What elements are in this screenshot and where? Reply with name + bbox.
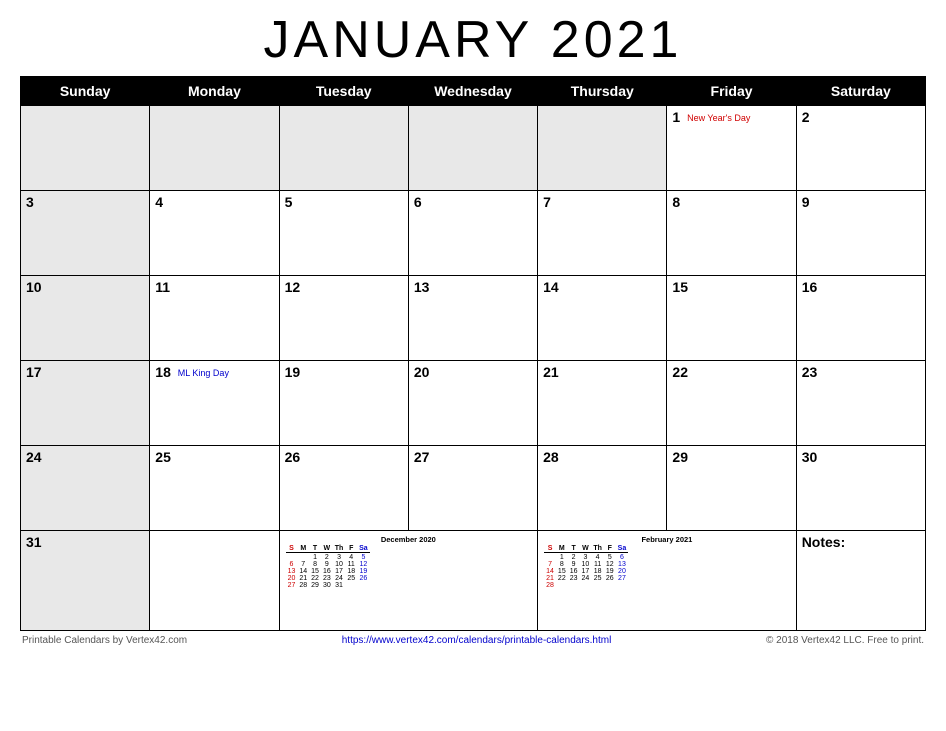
day-cell-22: 22 [667, 361, 796, 446]
day-number: 10 [26, 279, 42, 295]
day-header-row: Sunday Monday Tuesday Wednesday Thursday… [21, 77, 926, 106]
day-cell-15: 15 [667, 276, 796, 361]
footer-right: © 2018 Vertex42 LLC. Free to print. [766, 635, 924, 646]
day-cell-28: 28 [538, 446, 667, 531]
day-cell-29: 29 [667, 446, 796, 531]
day-number: 12 [285, 279, 301, 295]
header-saturday: Saturday [796, 77, 925, 106]
day-cell [21, 106, 150, 191]
day-number: 22 [672, 364, 688, 380]
day-cell-9: 9 [796, 191, 925, 276]
day-number: 15 [672, 279, 688, 295]
week-row-5: 24 25 26 27 28 29 30 [21, 446, 926, 531]
mini-cal-dec: December 2020 SMTWThFSa 12345 6789101112 [279, 531, 538, 631]
mini-cal-title-feb: February 2021 [544, 535, 790, 544]
day-cell-27: 27 [408, 446, 537, 531]
day-cell-3: 3 [21, 191, 150, 276]
day-cell-12: 12 [279, 276, 408, 361]
day-cell-10: 10 [21, 276, 150, 361]
day-number: 13 [414, 279, 430, 295]
day-number: 14 [543, 279, 559, 295]
day-cell-4: 4 [150, 191, 279, 276]
day-cell [538, 106, 667, 191]
day-number: 7 [543, 194, 551, 210]
day-cell-7: 7 [538, 191, 667, 276]
mini-cal-title-dec: December 2020 [286, 535, 532, 544]
day-cell-19: 19 [279, 361, 408, 446]
day-number: 3 [26, 194, 34, 210]
notes-cell: Notes: [796, 531, 925, 631]
header-thursday: Thursday [538, 77, 667, 106]
day-cell-31: 31 [21, 531, 150, 631]
footer-center-link[interactable]: https://www.vertex42.com/calendars/print… [342, 635, 612, 646]
day-number: 25 [155, 449, 171, 465]
week-row-6: 31 December 2020 SMTWThFSa [21, 531, 926, 631]
day-cell-13: 13 [408, 276, 537, 361]
day-number: 5 [285, 194, 293, 210]
day-cell-16: 16 [796, 276, 925, 361]
day-cell-26: 26 [279, 446, 408, 531]
day-cell-2: 2 [796, 106, 925, 191]
day-number: 19 [285, 364, 301, 380]
day-number: 30 [802, 449, 818, 465]
day-cell-11: 11 [150, 276, 279, 361]
day-cell-20: 20 [408, 361, 537, 446]
notes-label: Notes: [802, 534, 846, 550]
holiday-mlk-day: ML King Day [178, 368, 229, 378]
day-number: 31 [26, 534, 42, 550]
day-number: 11 [155, 279, 170, 295]
day-cell-18: 18 ML King Day [150, 361, 279, 446]
day-number: 28 [543, 449, 559, 465]
day-cell-1: 1 New Year's Day [667, 106, 796, 191]
day-number: 29 [672, 449, 688, 465]
day-number: 27 [414, 449, 430, 465]
day-number: 23 [802, 364, 818, 380]
day-number: 2 [802, 109, 810, 125]
footer: Printable Calendars by Vertex42.com http… [20, 635, 926, 646]
day-cell-25: 25 [150, 446, 279, 531]
day-number: 4 [155, 194, 163, 210]
mini-calendar-december: December 2020 SMTWThFSa 12345 6789101112 [286, 535, 532, 589]
day-cell-6: 6 [408, 191, 537, 276]
day-number: 1 [672, 109, 680, 125]
day-number: 20 [414, 364, 430, 380]
day-number: 21 [543, 364, 559, 380]
day-cell-17: 17 [21, 361, 150, 446]
day-number: 16 [802, 279, 818, 295]
day-cell [279, 106, 408, 191]
day-number: 26 [285, 449, 301, 465]
header-tuesday: Tuesday [279, 77, 408, 106]
week-row-4: 17 18 ML King Day 19 20 21 22 23 [21, 361, 926, 446]
day-cell [150, 106, 279, 191]
header-monday: Monday [150, 77, 279, 106]
header-sunday: Sunday [21, 77, 150, 106]
day-number: 8 [672, 194, 680, 210]
mini-calendar-february: February 2021 SMTWThFSa 123456 789101112… [544, 535, 790, 589]
week-row-1: 1 New Year's Day 2 [21, 106, 926, 191]
week-row-3: 10 11 12 13 14 15 16 [21, 276, 926, 361]
calendar-table: Sunday Monday Tuesday Wednesday Thursday… [20, 76, 926, 631]
header-friday: Friday [667, 77, 796, 106]
day-number: 17 [26, 364, 42, 380]
calendar-title: JANUARY 2021 [20, 10, 926, 70]
day-cell-21: 21 [538, 361, 667, 446]
day-number: 6 [414, 194, 422, 210]
day-cell-14: 14 [538, 276, 667, 361]
day-cell-8: 8 [667, 191, 796, 276]
day-cell-24: 24 [21, 446, 150, 531]
week-row-2: 3 4 5 6 7 8 9 [21, 191, 926, 276]
day-cell [408, 106, 537, 191]
day-number: 24 [26, 449, 42, 465]
day-number: 9 [802, 194, 810, 210]
header-wednesday: Wednesday [408, 77, 537, 106]
holiday-new-years-day: New Year's Day [687, 113, 750, 123]
mini-cal-feb: February 2021 SMTWThFSa 123456 789101112… [538, 531, 797, 631]
footer-left: Printable Calendars by Vertex42.com [22, 635, 187, 646]
day-cell-23: 23 [796, 361, 925, 446]
day-cell-empty-1 [150, 531, 279, 631]
day-cell-30: 30 [796, 446, 925, 531]
day-cell-5: 5 [279, 191, 408, 276]
day-number: 18 [155, 364, 171, 380]
